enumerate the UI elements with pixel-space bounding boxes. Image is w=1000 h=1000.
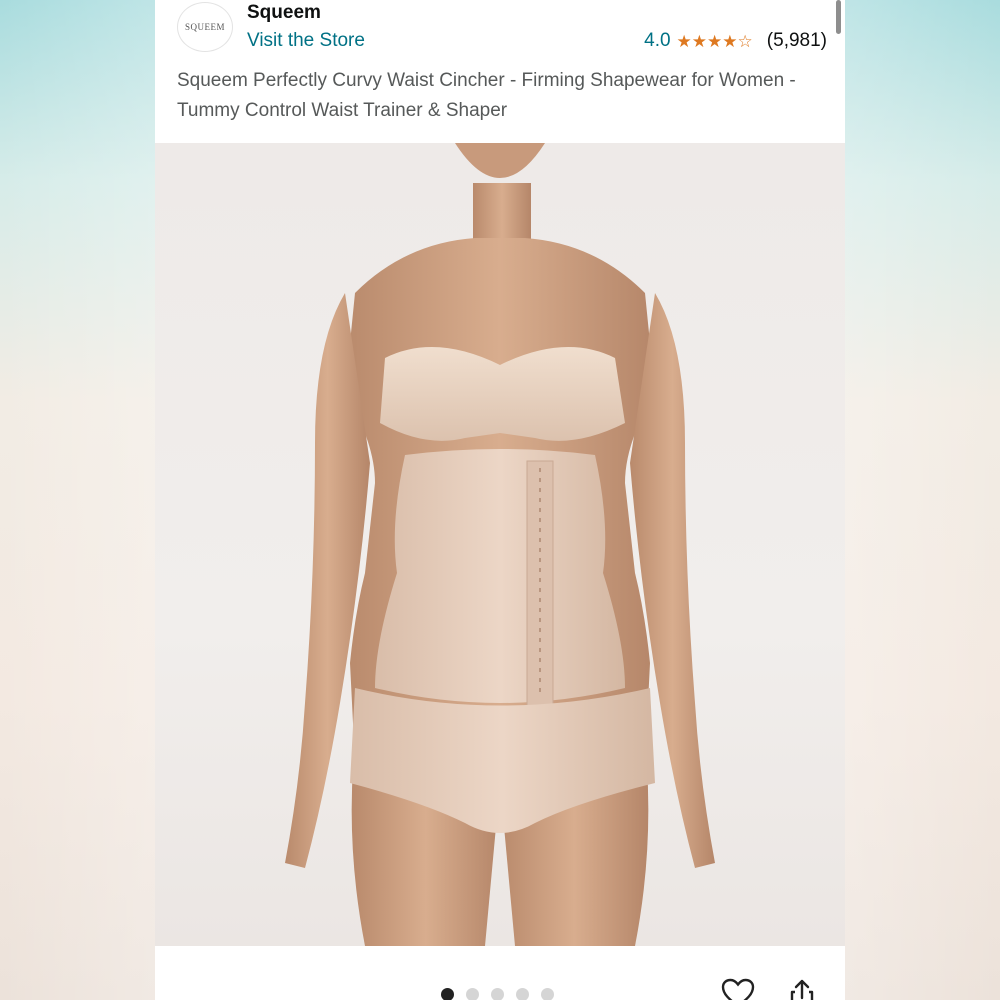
star-rating: ★ ★ ★ ★ ☆ bbox=[677, 33, 753, 50]
chin bbox=[455, 143, 545, 178]
product-photo-illustration bbox=[285, 143, 715, 946]
wishlist-button[interactable] bbox=[718, 978, 758, 1000]
carousel-dot[interactable] bbox=[466, 988, 479, 1000]
carousel-dot[interactable] bbox=[441, 988, 454, 1000]
rating-value: 4.0 bbox=[644, 30, 671, 51]
store-header: SQUEEM Squeem Visit the Store 4.0 ★ ★ ★ ★ ☆ … bbox=[177, 0, 827, 60]
visit-store-link[interactable]: Visit the Store bbox=[247, 30, 365, 52]
star-filled-icon: ★ bbox=[676, 31, 692, 51]
star-filled-icon: ★ bbox=[691, 31, 708, 51]
store-name: Squeem bbox=[247, 2, 321, 23]
heart-icon bbox=[721, 978, 755, 1000]
rating-summary[interactable]: 4.0 ★ ★ ★ ★ ☆ (5,981) bbox=[644, 30, 827, 52]
waist-cincher bbox=[375, 449, 625, 703]
scroll-indicator[interactable] bbox=[836, 0, 841, 34]
carousel-indicators bbox=[441, 988, 554, 1000]
share-button[interactable] bbox=[785, 978, 819, 1000]
review-count[interactable]: (5,981) bbox=[767, 30, 827, 52]
product-image[interactable] bbox=[155, 143, 845, 946]
carousel-dot[interactable] bbox=[516, 988, 529, 1000]
star-filled-icon: ★ bbox=[707, 31, 723, 51]
product-title: Squeem Perfectly Curvy Waist Cincher - F… bbox=[177, 70, 796, 121]
store-logo[interactable]: SQUEEM bbox=[177, 2, 233, 52]
carousel-dot[interactable] bbox=[491, 988, 504, 1000]
carousel-dot[interactable] bbox=[541, 988, 554, 1000]
share-icon bbox=[790, 979, 814, 1000]
product-page: SQUEEM Squeem Visit the Store 4.0 ★ ★ ★ ★ ☆ … bbox=[155, 0, 845, 1000]
star-empty-icon: ☆ bbox=[737, 31, 753, 51]
star-filled-icon: ★ bbox=[722, 31, 738, 51]
